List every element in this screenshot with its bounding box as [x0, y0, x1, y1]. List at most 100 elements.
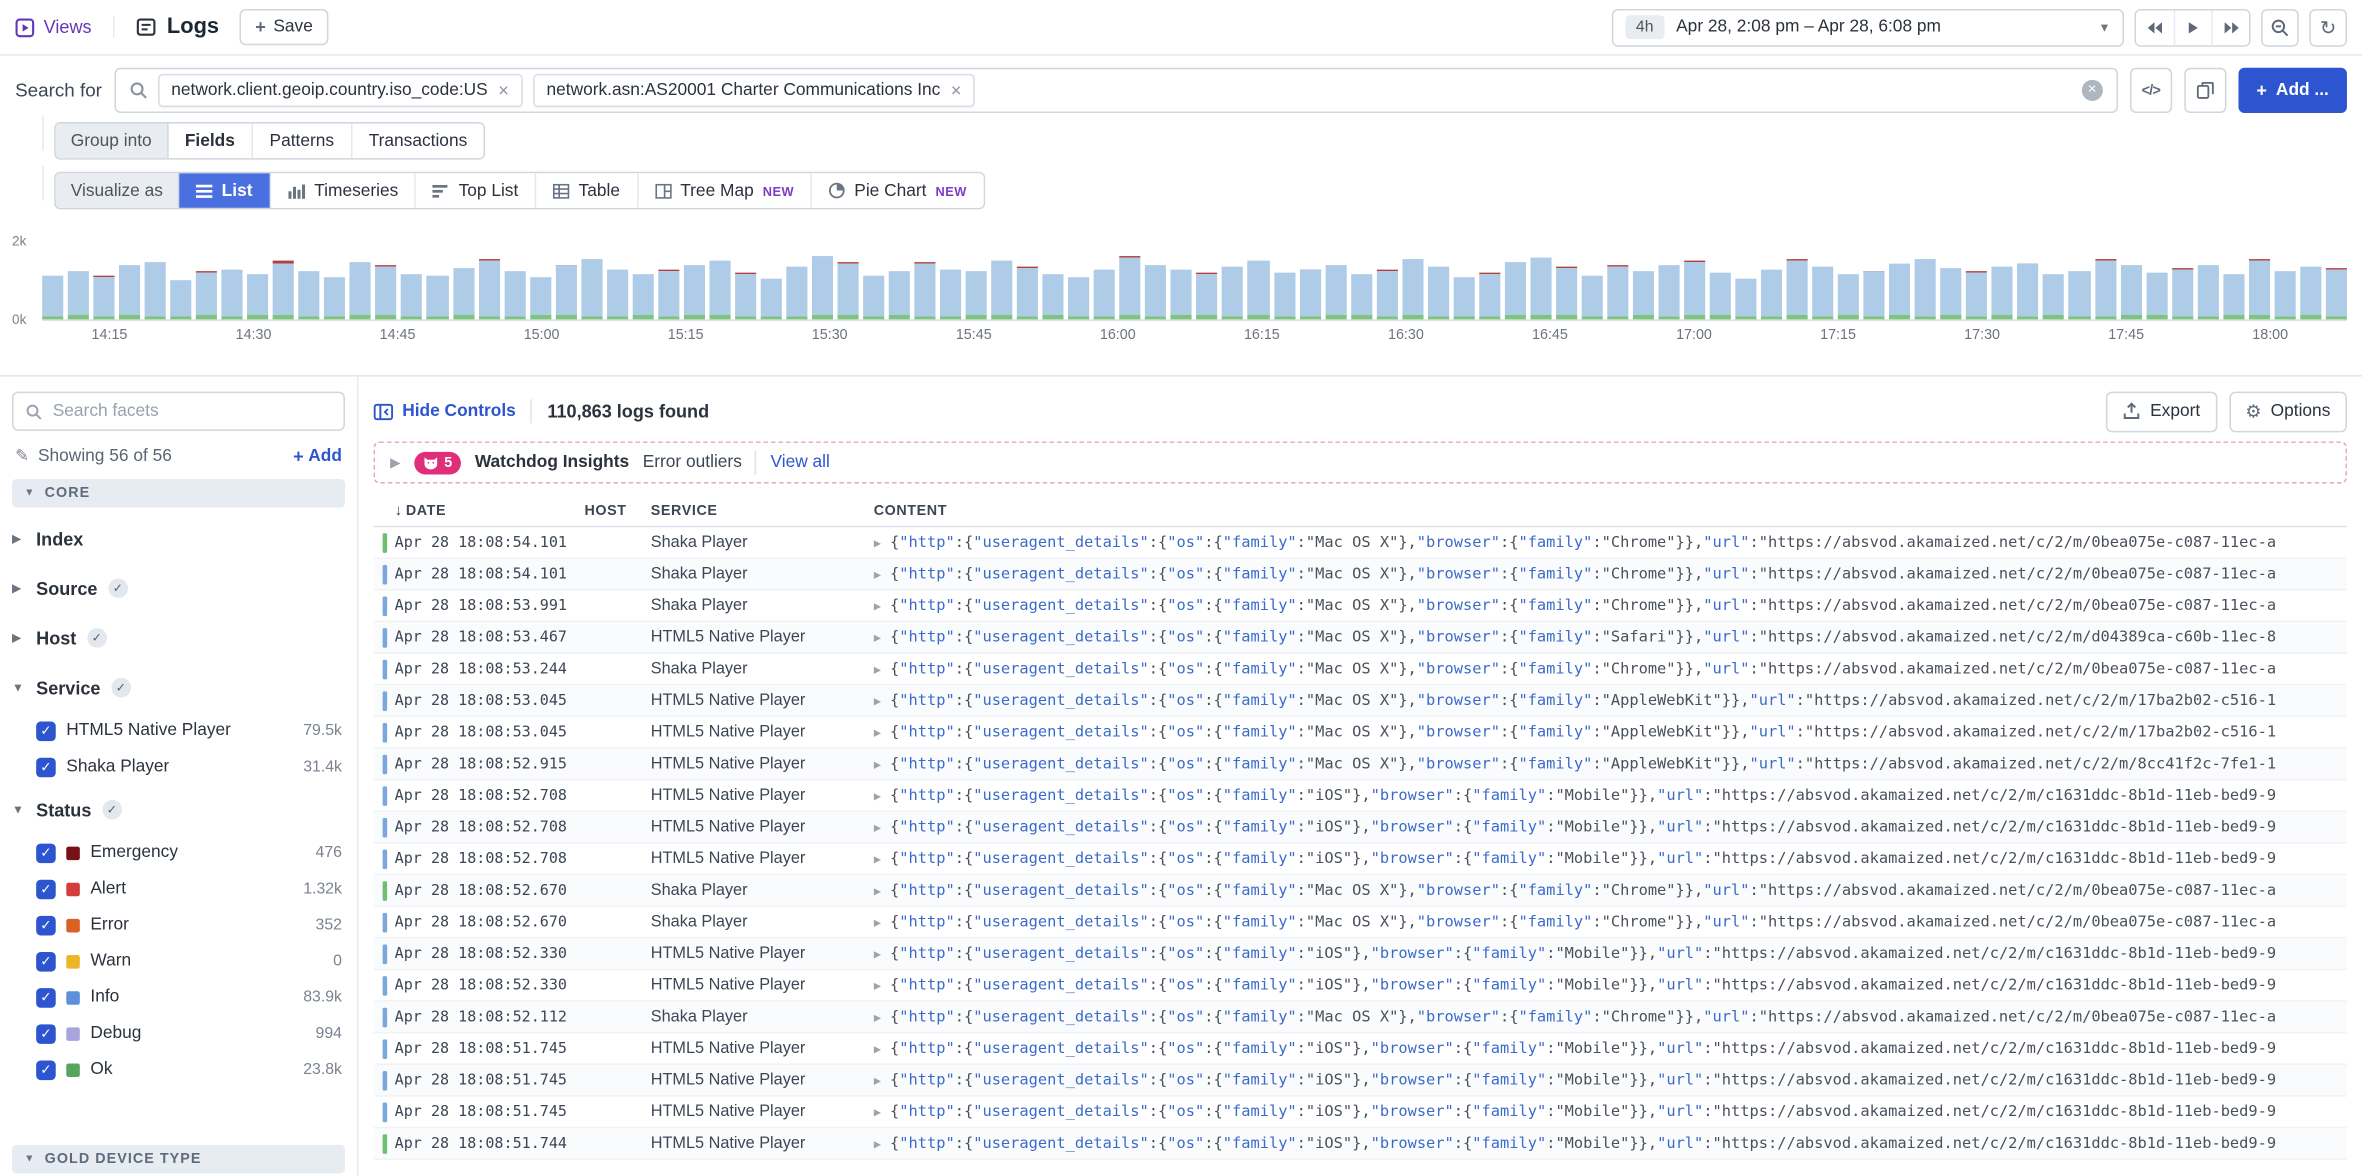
section-gold-device-type[interactable]: ▼ GOLD DEVICE TYPE — [12, 1145, 345, 1174]
histogram-bar[interactable] — [1402, 260, 1423, 320]
facet-value[interactable]: ✓Error352 — [12, 907, 345, 943]
histogram-bar[interactable] — [119, 266, 140, 320]
skip-forward-button[interactable] — [2211, 10, 2249, 45]
histogram-bar[interactable] — [273, 261, 294, 319]
facet-value[interactable]: ✓Alert1.32k — [12, 871, 345, 907]
histogram-bar[interactable] — [247, 275, 268, 320]
histogram-bar[interactable] — [93, 276, 114, 319]
host-column-header[interactable]: HOST — [584, 503, 650, 520]
histogram-bar[interactable] — [478, 259, 499, 319]
histogram-bar[interactable] — [1864, 270, 1885, 319]
section-core[interactable]: ▼ CORE — [12, 479, 345, 508]
expand-chevron-icon[interactable]: ▶ — [874, 978, 881, 992]
histogram-bar[interactable] — [607, 269, 628, 319]
histogram-bar[interactable] — [1197, 273, 1218, 320]
expand-chevron-icon[interactable]: ▶ — [874, 883, 881, 897]
facet-value[interactable]: ✓Shaka Player31.4k — [12, 749, 345, 785]
log-row[interactable]: Apr 28 18:08:53.045HTML5 Native Player▶{… — [374, 717, 2347, 749]
expand-chevron-icon[interactable]: ▶ — [874, 536, 881, 550]
expand-chevron-icon[interactable]: ▶ — [874, 599, 881, 613]
tab-top-list[interactable]: Top List — [416, 173, 536, 208]
chip-close-icon[interactable]: × — [951, 81, 962, 99]
log-row[interactable]: Apr 28 18:08:52.915HTML5 Native Player▶{… — [374, 749, 2347, 781]
histogram-bar[interactable] — [1428, 267, 1449, 319]
histogram-bar[interactable] — [1145, 266, 1166, 320]
histogram-bar[interactable] — [1043, 275, 1064, 320]
histogram-bar[interactable] — [889, 271, 910, 320]
log-row[interactable]: Apr 28 18:08:51.745HTML5 Native Player▶{… — [374, 1065, 2347, 1097]
histogram-bar[interactable] — [2223, 274, 2244, 319]
histogram-bar[interactable] — [2146, 273, 2167, 320]
histogram-bar[interactable] — [1325, 264, 1346, 319]
expand-chevron-icon[interactable]: ▶ — [874, 694, 881, 708]
histogram-bar[interactable] — [145, 263, 166, 320]
log-row[interactable]: Apr 28 18:08:54.101Shaka Player▶{"http":… — [374, 559, 2347, 591]
expand-chevron-icon[interactable]: ▶ — [874, 947, 881, 961]
log-row[interactable]: Apr 28 18:08:52.708HTML5 Native Player▶{… — [374, 812, 2347, 844]
facet-value[interactable]: ✓HTML5 Native Player79.5k — [12, 713, 345, 749]
histogram-bar[interactable] — [1376, 270, 1397, 319]
histogram-bar[interactable] — [42, 275, 63, 319]
play-live-button[interactable] — [2174, 10, 2212, 45]
tab-timeseries[interactable]: Timeseries — [271, 173, 417, 208]
histogram-bar[interactable] — [786, 267, 807, 319]
histogram-bar[interactable] — [940, 269, 961, 319]
facet-value[interactable]: ✓Warn0 — [12, 943, 345, 979]
histogram-bar[interactable] — [1735, 278, 1756, 319]
histogram-bar[interactable] — [2172, 268, 2193, 319]
checkbox-checked[interactable]: ✓ — [36, 1024, 56, 1044]
histogram-bar[interactable] — [68, 271, 89, 320]
expand-chevron-icon[interactable]: ▶ — [874, 1010, 881, 1024]
date-column-header[interactable]: ↓DATE — [395, 503, 585, 520]
histogram-bar[interactable] — [324, 278, 345, 319]
expand-chevron-icon[interactable]: ▶ — [874, 1073, 881, 1087]
histogram-bar[interactable] — [761, 278, 782, 319]
log-row[interactable]: Apr 28 18:08:53.991Shaka Player▶{"http":… — [374, 591, 2347, 623]
histogram-bar[interactable] — [2043, 274, 2064, 319]
log-row[interactable]: Apr 28 18:08:52.670Shaka Player▶{"http":… — [374, 875, 2347, 907]
histogram-bar[interactable] — [1530, 257, 1551, 319]
histogram-bar[interactable] — [991, 260, 1012, 319]
histogram-bar[interactable] — [453, 268, 474, 319]
skip-back-button[interactable] — [2136, 10, 2174, 45]
filter-chip[interactable]: network.asn:AS20001 Charter Communicatio… — [533, 74, 975, 107]
histogram-bar[interactable] — [914, 262, 935, 319]
watchdog-insights-banner[interactable]: ▶ 5 Watchdog Insights Error outliers Vie… — [374, 441, 2347, 483]
histogram-bar[interactable] — [1710, 272, 1731, 319]
clear-search-icon[interactable]: × — [2082, 80, 2103, 101]
hide-controls-button[interactable]: Hide Controls — [374, 402, 516, 420]
histogram-bar[interactable] — [1017, 267, 1038, 320]
histogram-bar[interactable] — [401, 273, 422, 319]
checkbox-checked[interactable]: ✓ — [36, 721, 56, 741]
histogram-bar[interactable] — [1889, 264, 1910, 319]
histogram-bar[interactable] — [530, 277, 551, 320]
histogram-bar[interactable] — [2326, 269, 2347, 320]
histogram-bar[interactable] — [838, 262, 859, 320]
expand-chevron-icon[interactable]: ▶ — [874, 1105, 881, 1119]
expand-chevron-icon[interactable]: ▶ — [874, 915, 881, 929]
save-button[interactable]: + Save — [240, 9, 328, 45]
histogram-bar[interactable] — [581, 259, 602, 319]
expand-chevron-icon[interactable]: ▶ — [874, 1042, 881, 1056]
histogram-bar[interactable] — [632, 274, 653, 319]
facet-value[interactable]: ✓Debug994 — [12, 1015, 345, 1051]
log-row[interactable]: Apr 28 18:08:52.708HTML5 Native Player▶{… — [374, 780, 2347, 812]
histogram-bar[interactable] — [2300, 267, 2321, 320]
tab-table[interactable]: Table — [536, 173, 638, 208]
facet-index[interactable]: ▶Index — [12, 514, 345, 564]
histogram-bar[interactable] — [1633, 271, 1654, 320]
log-row[interactable]: Apr 28 18:08:52.330HTML5 Native Player▶{… — [374, 970, 2347, 1002]
add-query-button[interactable]: + Add ... — [2238, 68, 2347, 113]
histogram-bar[interactable] — [684, 264, 705, 319]
log-row[interactable]: Apr 28 18:08:53.467HTML5 Native Player▶{… — [374, 622, 2347, 654]
tab-tree-map[interactable]: Tree Map NEW — [638, 173, 812, 208]
copy-query-button[interactable] — [2184, 68, 2226, 113]
chip-close-icon[interactable]: × — [498, 81, 509, 99]
log-row[interactable]: Apr 28 18:08:53.045HTML5 Native Player▶{… — [374, 685, 2347, 717]
histogram-bar[interactable] — [1351, 274, 1372, 319]
log-row[interactable]: Apr 28 18:08:51.745HTML5 Native Player▶{… — [374, 1033, 2347, 1065]
histogram-bar[interactable] — [1068, 277, 1089, 319]
facet-search-input[interactable]: Search facets — [12, 392, 345, 431]
views-button[interactable]: Views — [15, 17, 114, 38]
time-range-picker[interactable]: 4h Apr 28, 2:08 pm – Apr 28, 6:08 pm ▼ — [1612, 8, 2124, 46]
